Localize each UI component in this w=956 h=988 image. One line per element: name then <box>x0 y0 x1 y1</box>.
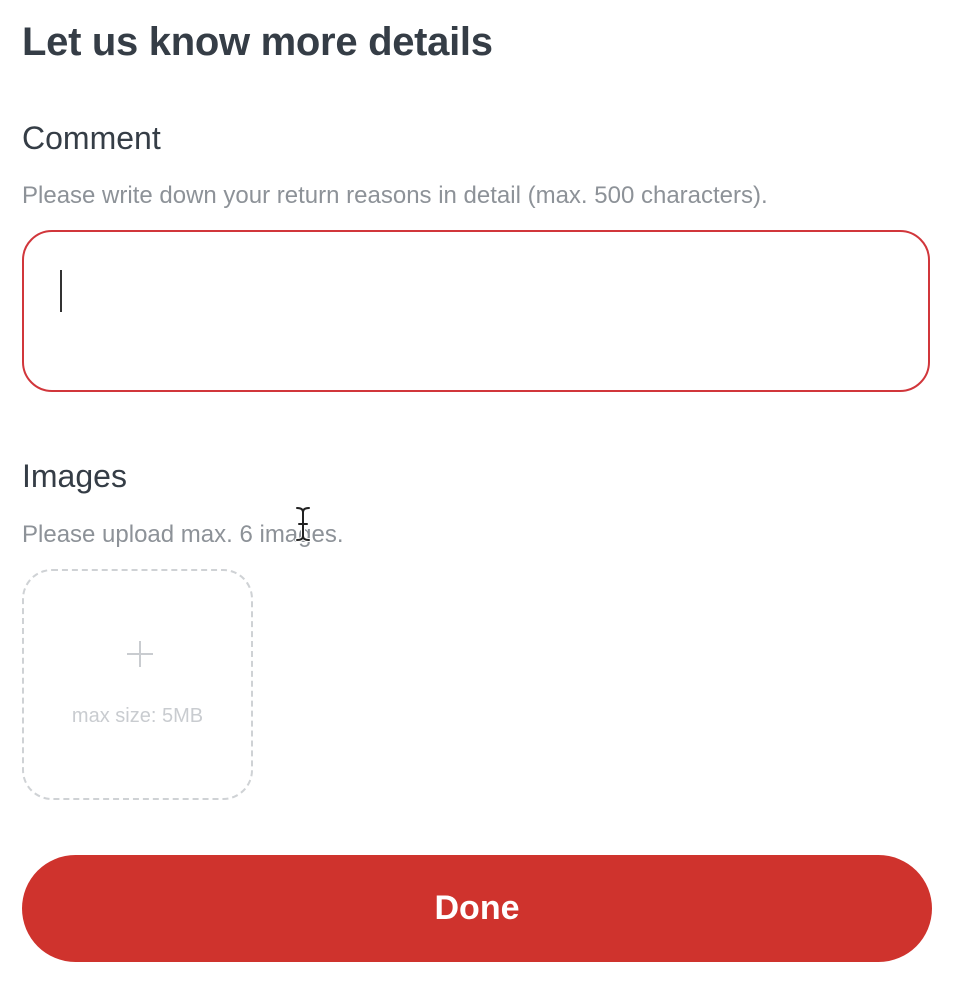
comment-field[interactable] <box>22 230 930 392</box>
comment-input[interactable] <box>24 232 928 390</box>
text-caret <box>60 270 62 312</box>
page-title: Let us know more details <box>22 20 493 64</box>
image-upload-tile[interactable]: max size: 5MB <box>22 569 253 800</box>
comment-hint: Please write down your return reasons in… <box>22 182 768 209</box>
plus-icon <box>127 641 153 667</box>
max-size-label: max size: 5MB <box>71 705 204 727</box>
images-label: Images <box>22 458 127 494</box>
return-details-page: Let us know more details Comment Please … <box>0 0 956 988</box>
comment-label: Comment <box>22 120 161 156</box>
done-button[interactable]: Done <box>22 855 932 962</box>
text-cursor-icon <box>295 506 311 542</box>
